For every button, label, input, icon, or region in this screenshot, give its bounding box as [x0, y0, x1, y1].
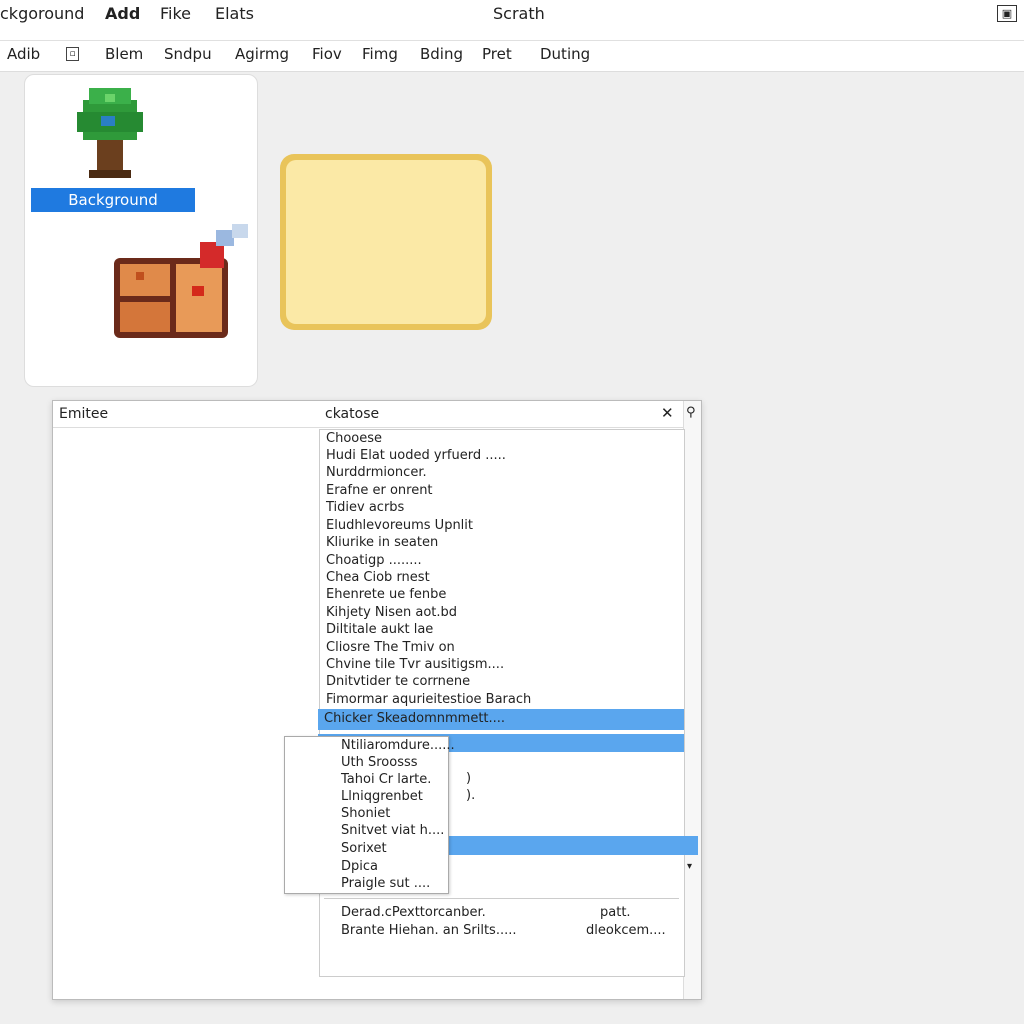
toolbar-item[interactable]: Blem: [105, 45, 143, 63]
window-title: Scrath: [493, 4, 545, 23]
dialog-label: ckatose: [325, 406, 380, 422]
submenu-item[interactable]: Praigle sut ....: [341, 876, 430, 891]
toolbar-item[interactable]: Fiov: [312, 45, 342, 63]
list-item[interactable]: Hudi Elat uoded yrfuerd .....: [326, 448, 506, 463]
submenu-item[interactable]: Dpica: [341, 859, 378, 874]
box-icon[interactable]: [112, 222, 252, 344]
toolbar-item[interactable]: Agirmg: [235, 45, 289, 63]
square-icon[interactable]: ▫: [66, 47, 79, 61]
list-item[interactable]: Kliurike in seaten: [326, 535, 438, 550]
note-card-body: [286, 160, 486, 324]
list-item[interactable]: Tidiev acrbs: [326, 500, 404, 515]
list-item[interactable]: Chea Ciob rnest: [326, 570, 430, 585]
list-item[interactable]: Ehenrete ue fenbe: [326, 587, 446, 602]
list-item[interactable]: Eludhlevoreums Upnlit: [326, 518, 473, 533]
highlighted-option-label: Chicker Skeadomnmmett....: [324, 711, 506, 726]
submenu-item[interactable]: Ntiliaromdure......: [341, 738, 455, 753]
footer-left-2[interactable]: Brante Hiehan. an Srilts.....: [341, 923, 516, 938]
list-item[interactable]: Chvine tile Tvr ausitigsm....: [326, 657, 504, 672]
list-item[interactable]: Erafne er onrent: [326, 483, 433, 498]
dialog-title: Emitee: [59, 406, 109, 422]
submenu-item[interactable]: Uth Sroosss: [341, 755, 418, 770]
toolbar: Adib ▫ Blem Sndpu Agirmg Fiov Fimg Bding…: [0, 41, 1024, 72]
dialog-header: Emitee ckatose ✕: [53, 401, 683, 428]
note-card[interactable]: [280, 154, 492, 330]
chevron-down-icon[interactable]: ▾: [687, 861, 692, 872]
choice-list: Chooese Hudi Elat uoded yrfuerd ..... Nu…: [319, 429, 685, 977]
list-item[interactable]: Cliosre The Tmiv on: [326, 640, 455, 655]
menu-edit[interactable]: Elats: [215, 4, 254, 23]
toolbar-item[interactable]: Sndpu: [164, 45, 212, 63]
submenu-item[interactable]: Shoniet: [341, 806, 390, 821]
submenu-item[interactable]: Llniqgrenbet: [341, 789, 423, 804]
highlighted-option[interactable]: Chicker Skeadomnmmett....: [318, 709, 684, 730]
toolbar-item[interactable]: Pret: [482, 45, 512, 63]
submenu-item[interactable]: Snitvet viat h....: [341, 823, 444, 838]
window-icon[interactable]: ▣: [997, 5, 1017, 22]
menu-add[interactable]: Add: [105, 4, 140, 23]
list-item[interactable]: Fimormar aqurieitestioe Barach: [326, 692, 531, 707]
tree-icon: [77, 88, 143, 178]
side-marker: ).: [466, 788, 476, 803]
list-item[interactable]: Kihjety Nisen aot.bd: [326, 605, 457, 620]
list-item[interactable]: Choatigp ........: [326, 553, 422, 568]
list-item[interactable]: Dnitvtider te corrnene: [326, 674, 470, 689]
footer-left-1[interactable]: Derad.cPexttorcanber.: [341, 905, 486, 920]
toolbar-item[interactable]: Fimg: [362, 45, 398, 63]
toolbar-item[interactable]: Adib: [7, 45, 40, 63]
menu-background[interactable]: ckgoround: [0, 4, 84, 23]
divider: [324, 898, 679, 899]
menu-bar: ckgoround Add Fike Elats Scrath ▣: [0, 0, 1024, 41]
footer-right-2[interactable]: dleokcem....: [586, 923, 666, 938]
toolbar-item[interactable]: Duting: [540, 45, 590, 63]
list-item[interactable]: Diltitale aukt lae: [326, 622, 433, 637]
search-icon[interactable]: ⚲: [686, 405, 696, 420]
submenu-item[interactable]: Tahoi Cr larte.: [341, 772, 431, 787]
background-label[interactable]: Background: [31, 188, 195, 212]
side-marker: ): [466, 771, 472, 786]
toolbar-item[interactable]: Bding: [420, 45, 463, 63]
scrollbar[interactable]: ⚲ ▾: [683, 401, 701, 999]
close-icon[interactable]: ✕: [661, 404, 674, 422]
list-item[interactable]: Chooese: [326, 431, 382, 446]
submenu-item[interactable]: Sorixet: [341, 841, 387, 856]
footer-right-1[interactable]: patt.: [600, 905, 631, 920]
list-item[interactable]: Nurddrmioncer.: [326, 465, 427, 480]
menu-file[interactable]: Fike: [160, 4, 191, 23]
highlighted-submenu-row[interactable]: [447, 836, 698, 855]
